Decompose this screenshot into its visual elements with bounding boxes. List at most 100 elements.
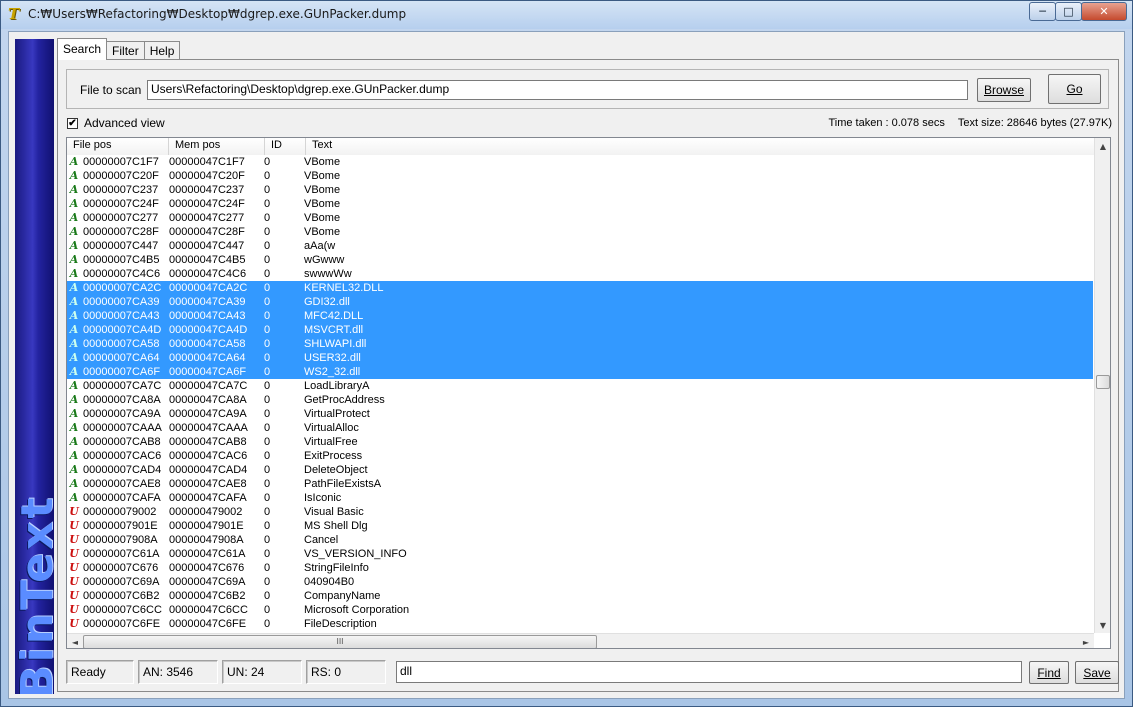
find-button[interactable]: Find (1029, 661, 1069, 684)
table-row[interactable]: U 00000007C6FE 00000047C6FE 0 FileDescriptio… (67, 617, 1093, 631)
results-list[interactable]: File pos Mem pos ID Text A 00000007C1F7 00… (66, 137, 1111, 649)
go-button[interactable]: Go (1048, 74, 1101, 104)
mem-pos-cell: 00000047CAAA (169, 422, 248, 434)
table-row[interactable]: A 00000007C447 00000047C447 0 aAa(w (67, 239, 1093, 253)
text-cell: aAa(w (304, 240, 336, 252)
vertical-scrollbar[interactable]: ▲ ▼ (1094, 138, 1110, 633)
text-size: Text size: 28646 bytes (27.97K) (957, 117, 1112, 129)
save-button[interactable]: Save (1075, 661, 1119, 684)
table-row[interactable]: A 00000007CA6F 00000047CA6F 0 WS2_32.dll (67, 365, 1093, 379)
close-button[interactable]: ✕ (1081, 2, 1127, 21)
string-type-icon: A (69, 225, 79, 238)
table-row[interactable]: U 00000007C676 00000047C676 0 StringFileInfo (67, 561, 1093, 575)
column-header-text[interactable]: Text (306, 138, 1094, 155)
table-row[interactable]: A 00000007CA64 00000047CA64 0 USER32.dll (67, 351, 1093, 365)
string-type-icon: U (69, 547, 79, 560)
text-cell: DeleteObject (304, 464, 368, 476)
column-header-id[interactable]: ID (265, 138, 306, 155)
table-row[interactable]: U 00000007908A 00000047908A 0 Cancel (67, 533, 1093, 547)
string-type-icon: U (69, 617, 79, 630)
vertical-scroll-thumb[interactable] (1096, 375, 1110, 389)
table-row[interactable]: U 00000007C6CC 00000047C6CC 0 Microsoft Corp… (67, 603, 1093, 617)
table-row[interactable]: A 00000007C28F 00000047C28F 0 VBome (67, 225, 1093, 239)
file-pos-cell: 00000007C277 (83, 212, 159, 224)
string-type-icon: A (69, 281, 79, 294)
advanced-view-checkbox[interactable]: ✔ (67, 117, 78, 129)
banner-logo-text: BinText (15, 494, 54, 694)
table-row[interactable]: U 00000007C6B2 00000047C6B2 0 CompanyName (67, 589, 1093, 603)
scroll-down-icon[interactable]: ▼ (1095, 617, 1110, 633)
string-type-icon: U (69, 533, 79, 546)
table-row[interactable]: A 00000007CAAA 00000047CAAA 0 VirtualAlloc (67, 421, 1093, 435)
table-row[interactable]: A 00000007CA2C 00000047CA2C 0 KERNEL32.DLL (67, 281, 1093, 295)
mem-pos-cell: 00000047C20F (169, 170, 245, 182)
maximize-button[interactable]: □ (1055, 2, 1082, 21)
table-row[interactable]: A 00000007CA39 00000047CA39 0 GDI32.dll (67, 295, 1093, 309)
table-row[interactable]: A 00000007C277 00000047C277 0 VBome (67, 211, 1093, 225)
window-controls: ─ □ ✕ (1029, 2, 1127, 21)
text-cell: VBome (304, 156, 341, 168)
id-cell: 0 (264, 506, 271, 518)
id-cell: 0 (264, 366, 271, 378)
tab-search[interactable]: Search (57, 38, 108, 60)
table-row[interactable]: A 00000007CAC6 00000047CAC6 0 ExitProcess (67, 449, 1093, 463)
file-pos-cell: 00000007CA6F (83, 366, 161, 378)
app-icon: T (8, 5, 20, 23)
tab-filter[interactable]: Filter (106, 41, 145, 60)
minimize-button[interactable]: ─ (1029, 2, 1056, 21)
text-cell: GDI32.dll (304, 296, 350, 308)
string-type-icon: A (69, 337, 79, 350)
mem-pos-cell: 00000047C676 (169, 562, 245, 574)
mem-pos-cell: 00000047908A (169, 534, 244, 546)
table-row[interactable]: A 00000007CA58 00000047CA58 0 SHLWAPI.dll (67, 337, 1093, 351)
horizontal-scrollbar[interactable]: ◄ III ► (67, 633, 1094, 648)
mem-pos-cell: 00000047CAB8 (169, 436, 247, 448)
table-row[interactable]: A 00000007CAD4 00000047CAD4 0 DeleteObject (67, 463, 1093, 477)
title-bar[interactable]: T C:₩Users₩Refactoring₩Desktop₩dgrep.exe… (1, 1, 1132, 29)
scroll-right-icon[interactable]: ► (1078, 634, 1094, 648)
file-pos-cell: 00000007CAFA (83, 492, 161, 504)
mem-pos-cell: 00000047C6FE (169, 618, 247, 630)
scroll-up-icon[interactable]: ▲ (1095, 138, 1110, 154)
table-row[interactable]: A 00000007CAFA 00000047CAFA 0 IsIconic (67, 491, 1093, 505)
table-row[interactable]: A 00000007CA7C 00000047CA7C 0 LoadLibraryA (67, 379, 1093, 393)
id-cell: 0 (264, 156, 271, 168)
table-row[interactable]: A 00000007C4C6 00000047C4C6 0 swwwWw (67, 267, 1093, 281)
table-row[interactable]: A 00000007CAB8 00000047CAB8 0 VirtualFree (67, 435, 1093, 449)
table-row[interactable]: U 00000007901E 00000047901E 0 MS Shell Dlg (67, 519, 1093, 533)
string-type-icon: U (69, 519, 79, 532)
advanced-view-toggle[interactable]: ✔ Advanced view (67, 116, 165, 130)
table-row[interactable]: U 00000007C61A 00000047C61A 0 VS_VERSION_INF… (67, 547, 1093, 561)
tab-help[interactable]: Help (143, 41, 181, 60)
mem-pos-cell: 00000047C61A (169, 548, 246, 560)
find-input[interactable]: dll (396, 661, 1022, 683)
table-row[interactable]: A 00000007C237 00000047C237 0 VBome (67, 183, 1093, 197)
table-row[interactable]: A 00000007CA4D 00000047CA4D 0 MSVCRT.dll (67, 323, 1093, 337)
mem-pos-cell: 00000047CAE8 (169, 478, 247, 490)
file-path-input[interactable]: Users\Refactoring\Desktop\dgrep.exe.GUnP… (147, 80, 968, 100)
file-pos-cell: 00000007C20F (83, 170, 159, 182)
text-cell: VirtualAlloc (304, 422, 359, 434)
table-row[interactable]: A 00000007C24F 00000047C24F 0 VBome (67, 197, 1093, 211)
horizontal-scroll-thumb[interactable]: III (83, 635, 597, 648)
table-row[interactable]: A 00000007C1F7 00000047C1F7 0 VBome (67, 155, 1093, 169)
table-row[interactable]: A 00000007CA43 00000047CA43 0 MFC42.DLL (67, 309, 1093, 323)
table-row[interactable]: A 00000007C20F 00000047C20F 0 VBome (67, 169, 1093, 183)
table-row[interactable]: A 00000007CA8A 00000047CA8A 0 GetProcAddress (67, 393, 1093, 407)
table-row[interactable]: U 000000079002 000000479002 0 Visual Basic (67, 505, 1093, 519)
column-header-file-pos[interactable]: File pos (67, 138, 169, 155)
text-cell: VBome (304, 226, 341, 238)
text-cell: VS_VERSION_INFO (304, 548, 407, 560)
table-row[interactable]: A 00000007CA9A 00000047CA9A 0 VirtualProtect (67, 407, 1093, 421)
mem-pos-cell: 00000047C277 (169, 212, 245, 224)
table-row[interactable]: A 00000007C4B5 00000047C4B5 0 wGwww (67, 253, 1093, 267)
file-pos-cell: 00000007C24F (83, 198, 159, 210)
scroll-left-icon[interactable]: ◄ (67, 634, 83, 648)
id-cell: 0 (264, 394, 271, 406)
column-header-mem-pos[interactable]: Mem pos (169, 138, 265, 155)
table-row[interactable]: U 00000007C69A 00000047C69A 0 040904B0 (67, 575, 1093, 589)
string-type-icon: A (69, 421, 79, 434)
browse-button[interactable]: Browse (977, 78, 1031, 102)
text-cell: 040904B0 (304, 576, 355, 588)
table-row[interactable]: A 00000007CAE8 00000047CAE8 0 PathFileExists… (67, 477, 1093, 491)
